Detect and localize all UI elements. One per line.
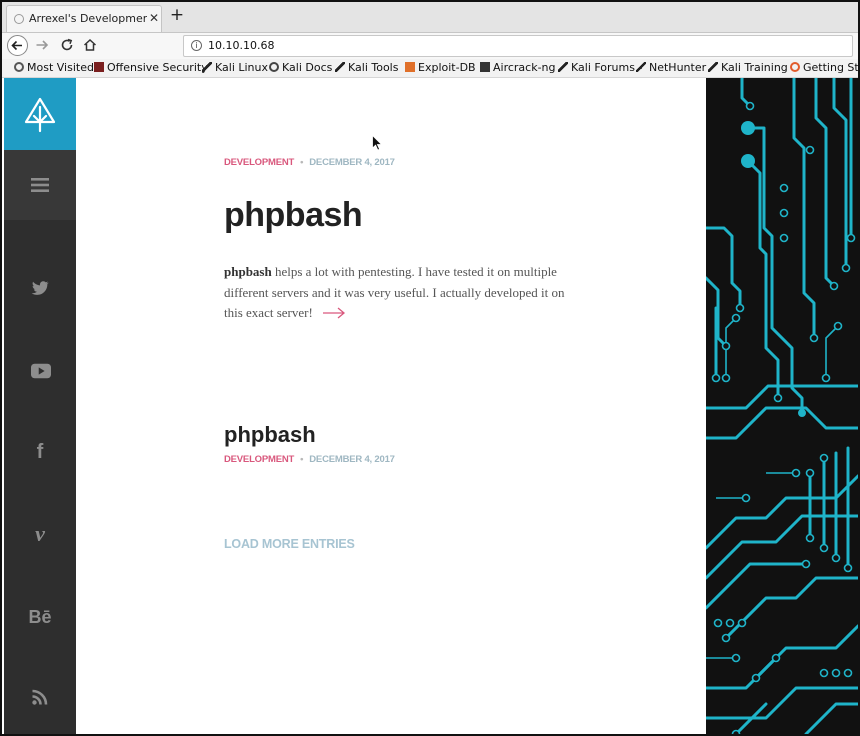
tree-logo-icon: [24, 97, 56, 133]
bookmark-label: NetHunter: [649, 61, 707, 74]
bookmark-label: Kali Tools: [348, 61, 399, 74]
bookmark-exploit-db[interactable]: Exploit-DB: [405, 61, 476, 74]
bookmark-most-visited[interactable]: Most Visited: [14, 61, 94, 74]
url-text[interactable]: 10.10.10.68: [208, 39, 274, 52]
bookmark-nethunter[interactable]: NetHunter: [636, 61, 706, 74]
hamburger-icon: [31, 178, 49, 192]
arrow-left-icon: [11, 40, 22, 51]
gear-icon: [14, 62, 24, 72]
site-logo[interactable]: [4, 78, 76, 150]
home-button[interactable]: [82, 37, 98, 53]
kali-dragon-icon: [335, 62, 345, 72]
load-more-button[interactable]: LOAD MORE ENTRIES: [224, 537, 355, 551]
site-sidebar: f v Bē: [4, 78, 76, 734]
reload-button[interactable]: [59, 37, 75, 53]
bookmark-kali-tools[interactable]: Kali Tools: [335, 61, 398, 74]
exploitdb-icon: [405, 62, 415, 72]
bookmarks-bar: Most Visited Offensive Security Kali Linux…: [2, 59, 858, 78]
bookmark-label: Kali Docs: [282, 61, 333, 74]
bookmark-label: Kali Training: [721, 61, 788, 74]
address-bar[interactable]: i 10.10.10.68: [183, 35, 853, 57]
post-date-link[interactable]: DECEMBER 4, 2017: [309, 454, 395, 465]
post-category-link[interactable]: DEVELOPMENT: [224, 454, 294, 465]
mouse-cursor-icon: [372, 135, 383, 151]
bookmark-label: Exploit-DB: [418, 61, 476, 74]
bookmark-label: Kali Forums: [571, 61, 635, 74]
twitter-icon[interactable]: [30, 278, 50, 298]
facebook-icon[interactable]: f: [30, 442, 50, 462]
excerpt-bold: phpbash: [224, 264, 272, 279]
post-title-link[interactable]: phpbash: [224, 422, 316, 448]
rss-feed-icon: [32, 689, 48, 705]
excerpt-text: helps a lot with pentesting. I have test…: [224, 264, 565, 320]
vimeo-icon[interactable]: v: [30, 523, 50, 545]
read-more-arrow-icon[interactable]: [322, 307, 346, 319]
aircrack-icon: [480, 62, 490, 72]
circuit-board-image: [706, 78, 858, 734]
info-icon[interactable]: i: [191, 40, 202, 51]
post-meta: DEVELOPMENT • DECEMBER 4, 2017: [224, 454, 395, 465]
screenshot-frame: Arrexel's Development S ✕ + i 10.10.10.6…: [0, 0, 860, 736]
meta-separator: •: [300, 454, 304, 465]
bookmark-label: Most Visited: [27, 61, 94, 74]
bookmark-kali-linux[interactable]: Kali Linux: [202, 61, 268, 74]
back-button[interactable]: [7, 35, 28, 56]
firefox-icon: [790, 62, 800, 72]
twitter-bird-icon: [31, 281, 50, 295]
kali-dragon-icon: [708, 62, 718, 72]
bookmark-kali-forums[interactable]: Kali Forums: [558, 61, 635, 74]
post-date-link[interactable]: DECEMBER 4, 2017: [309, 157, 395, 168]
kali-dragon-icon: [202, 62, 212, 72]
globe-icon: [269, 62, 279, 72]
menu-toggle-button[interactable]: [4, 150, 76, 220]
youtube-play-icon: [31, 363, 51, 379]
post-excerpt: phpbash helps a lot with pentesting. I h…: [224, 262, 569, 324]
globe-icon: [14, 14, 24, 24]
bookmark-kali-docs[interactable]: Kali Docs: [269, 61, 332, 74]
meta-separator: •: [300, 157, 304, 168]
circuit-board-graphic: [706, 78, 858, 734]
bookmark-label: Getting Sta: [803, 61, 858, 74]
offsec-icon: [94, 62, 104, 72]
tab-title: Arrexel's Development S: [29, 12, 147, 25]
bookmark-label: Aircrack-ng: [493, 61, 556, 74]
bookmark-aircrack-ng[interactable]: Aircrack-ng: [480, 61, 556, 74]
close-tab-icon[interactable]: ✕: [149, 11, 159, 25]
kali-dragon-icon: [636, 62, 646, 72]
post-meta: DEVELOPMENT • DECEMBER 4, 2017: [224, 157, 395, 168]
browser-tab[interactable]: Arrexel's Development S ✕: [6, 5, 162, 32]
post-category-link[interactable]: DEVELOPMENT: [224, 157, 294, 168]
new-tab-button[interactable]: +: [168, 6, 186, 24]
browser-tab-bar: Arrexel's Development S ✕ +: [2, 2, 858, 33]
browser-nav-bar: i 10.10.10.68: [2, 33, 858, 59]
kali-dragon-icon: [558, 62, 568, 72]
bookmark-label: Offensive Security: [107, 61, 208, 74]
bookmark-label: Kali Linux: [215, 61, 269, 74]
behance-icon[interactable]: Bē: [26, 607, 54, 627]
youtube-icon[interactable]: [30, 361, 51, 381]
bookmark-getting-sta[interactable]: Getting Sta: [790, 61, 858, 74]
post-title-link[interactable]: phpbash: [224, 196, 363, 235]
bookmark-kali-training[interactable]: Kali Training: [708, 61, 788, 74]
rss-icon[interactable]: [30, 688, 50, 708]
main-content: DEVELOPMENT • DECEMBER 4, 2017 phpbash php…: [76, 78, 706, 734]
forward-button[interactable]: [34, 37, 50, 53]
bookmark-offensive-security[interactable]: Offensive Security: [94, 61, 208, 74]
